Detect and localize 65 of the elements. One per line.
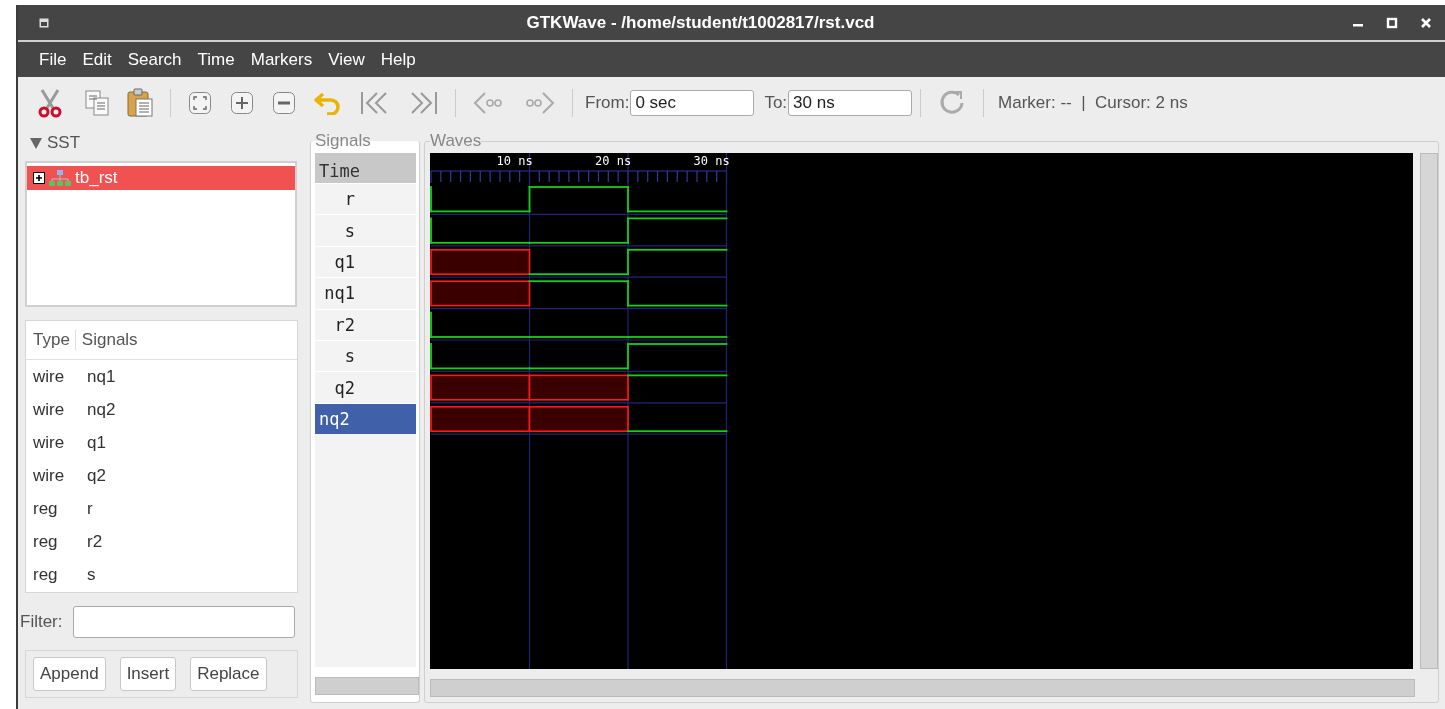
signal-type: wire [32,399,66,420]
signal-row[interactable]: q2 [315,371,416,403]
scrollbar[interactable] [430,679,1415,697]
filter-field[interactable] [73,606,295,638]
signal-name[interactable]: q2 [87,465,106,486]
pane-title: Waves [430,132,482,150]
time-label: 10 ns [496,153,533,169]
signal-row[interactable]: s [315,214,416,246]
signal-type: reg [32,564,59,585]
section-title: SST [47,133,81,153]
signal-row[interactable]: nq2 [315,402,416,435]
zoom-fit-icon[interactable] [188,91,212,115]
zoom-out-icon[interactable] [272,91,296,115]
pane-title: Signals [315,132,371,150]
signal-type: reg [32,531,59,552]
scrollbar[interactable] [1420,153,1438,669]
time-header: Time [315,153,416,183]
maximize-icon[interactable] [1386,16,1398,29]
time-label: 20 ns [595,153,632,169]
window-title: GTKWave - /home/student/t1002817/rst.vcd [525,12,876,33]
signal-row[interactable]: r [315,183,416,215]
menu-item[interactable]: Markers [242,47,321,72]
signal-name[interactable]: nq2 [87,399,116,420]
filter-label: Filter: [20,612,64,632]
signal-row[interactable]: nq1 [315,277,416,309]
signal-type: wire [32,432,66,453]
scissors-icon[interactable] [36,88,64,118]
to-label: To: [764,93,788,113]
signal-name[interactable]: r2 [87,531,103,552]
menu-item[interactable]: File [31,47,75,72]
marker-cursor-status: Marker: -- | Cursor: 2 ns [998,93,1188,113]
time-label: 30 ns [693,153,730,169]
from-label: From: [585,93,630,113]
signal-name[interactable]: nq1 [87,366,116,387]
to-field[interactable]: 30 ns [788,90,913,116]
from-field[interactable]: 0 sec [630,90,755,116]
signal-row[interactable]: s [315,339,416,372]
signal-name[interactable]: q1 [87,432,106,453]
signal-type: reg [32,498,59,519]
column-header[interactable]: Signals [75,330,138,350]
menu-item[interactable]: Help [372,47,424,72]
undo-arrow-icon[interactable] [313,91,343,115]
signal-type: wire [32,366,66,387]
signal-name[interactable]: s [87,564,96,585]
hierarchy-icon [49,170,71,186]
menu-item[interactable]: Time [189,47,243,72]
action-button[interactable]: Insert [119,657,177,691]
scrollbar[interactable] [315,677,419,695]
clipboard-icon[interactable] [126,88,154,118]
menu-item[interactable]: Edit [74,47,120,72]
signal-name[interactable]: r [87,498,93,519]
expand-icon[interactable] [33,172,45,184]
signal-row[interactable]: r2 [315,308,416,340]
close-icon[interactable] [1420,16,1432,29]
expanded-triangle-icon[interactable] [29,136,43,150]
action-button[interactable]: Append [33,657,106,691]
column-header[interactable]: Type [26,330,76,350]
window-menu-icon[interactable] [39,17,49,28]
copy-icon[interactable] [84,89,110,117]
signal-type: wire [32,465,66,486]
signal-row[interactable]: q1 [315,245,416,278]
menu-item[interactable]: Search [119,47,190,72]
zoom-in-icon[interactable] [230,91,254,115]
menu-item[interactable]: View [320,47,373,72]
action-button[interactable]: Replace [190,657,267,691]
